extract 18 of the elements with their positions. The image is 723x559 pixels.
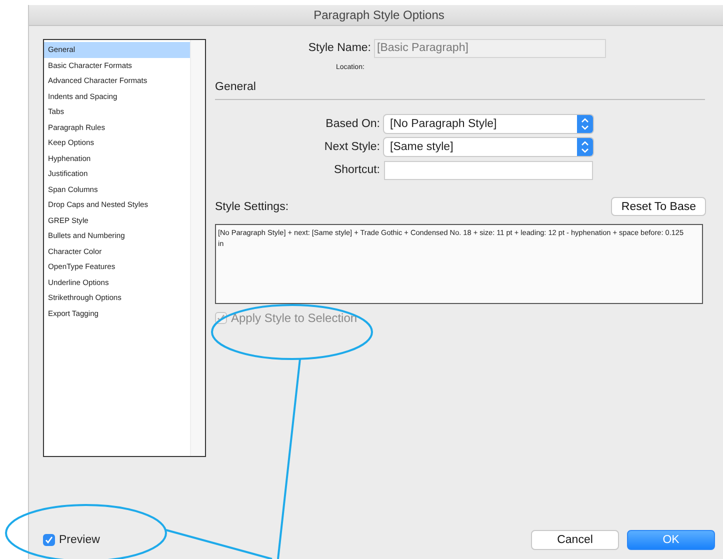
style-name-field[interactable]: [Basic Paragraph] — [374, 38, 606, 58]
section-title: General — [215, 81, 257, 93]
cancel-button[interactable]: Cancel — [531, 530, 619, 550]
style-name-label: Style Name: — [307, 42, 371, 54]
field-label: Shortcut: — [332, 164, 380, 176]
reset-to-base-button[interactable]: Reset To Base — [611, 197, 706, 216]
stepper-icon — [577, 115, 593, 133]
shortcut-field[interactable] — [384, 160, 593, 180]
dropdown[interactable]: [Same style] — [384, 138, 593, 156]
field-label: Next Style: — [323, 141, 380, 153]
stepper-icon — [577, 138, 593, 156]
checkbox[interactable] — [43, 534, 55, 546]
preview-label: Preview — [59, 534, 100, 546]
style-settings-label: Style Settings: — [215, 200, 289, 212]
apply-style-label: Apply Style to Selection — [231, 311, 358, 325]
dropdown[interactable]: [No Paragraph Style] — [384, 115, 593, 133]
window-title: Paragraph Style Options — [314, 8, 444, 22]
field-label: Based On: — [324, 118, 380, 130]
